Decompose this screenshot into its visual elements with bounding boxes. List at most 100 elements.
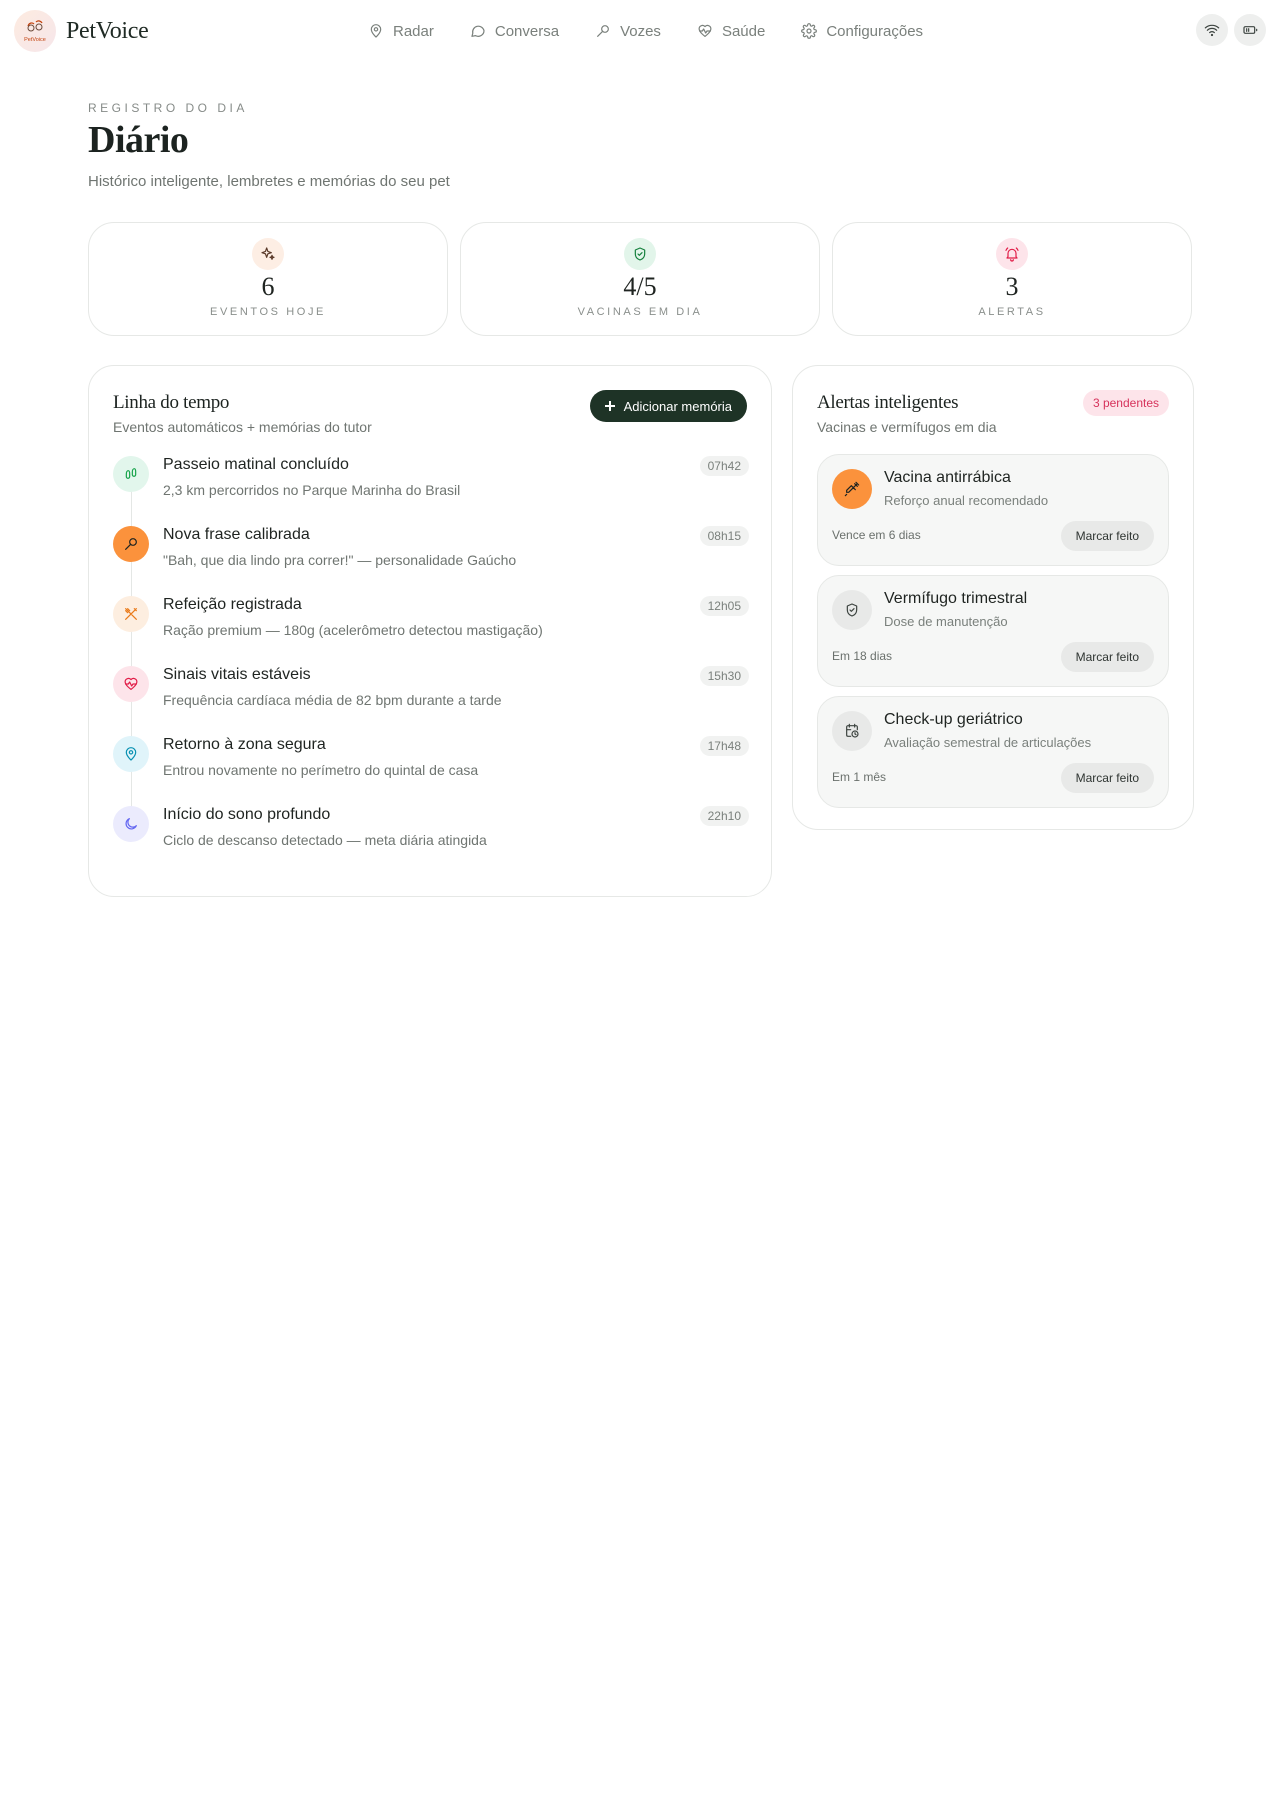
timeline-item-title: Início do sono profundo bbox=[163, 806, 331, 823]
timeline-card: Linha do tempo Eventos automáticos + mem… bbox=[88, 365, 772, 897]
wifi-icon bbox=[1204, 24, 1220, 37]
timeline-icon-bg bbox=[113, 666, 149, 702]
plus-icon bbox=[604, 401, 615, 411]
pending-badge: 3 pendentes bbox=[1082, 390, 1169, 416]
timeline-item-desc: Ciclo de descanso detectado — meta diári… bbox=[163, 832, 487, 848]
timeline-item-desc: Frequência cardíaca média de 82 bpm dura… bbox=[163, 692, 502, 708]
alert-desc: Avaliação semestral de articulações bbox=[884, 735, 1092, 750]
alerts-subtitle: Vacinas e vermífugos em dia bbox=[817, 419, 997, 435]
timeline-item-time: 07h42 bbox=[699, 456, 749, 476]
timeline-item-desc: Ração premium — 180g (acelerômetro detec… bbox=[163, 622, 543, 638]
timeline-item-title: Passeio matinal concluído bbox=[163, 456, 349, 473]
heart-pulse-icon bbox=[124, 677, 138, 690]
utensils-icon bbox=[125, 608, 137, 620]
alert-icon-bg bbox=[832, 711, 872, 751]
add-memory-button[interactable]: Adicionar memória bbox=[589, 390, 747, 422]
timeline-item-time: 12h05 bbox=[699, 596, 749, 616]
timeline-item-title: Refeição registrada bbox=[163, 596, 302, 613]
nav-label: Saúde bbox=[721, 22, 766, 40]
svg-text:PetVoice: PetVoice bbox=[24, 37, 46, 43]
mark-done-button[interactable]: Marcar feito bbox=[1060, 642, 1154, 672]
brand-name: PetVoice bbox=[66, 17, 149, 44]
nav-item-saude[interactable]: Saúde bbox=[697, 19, 765, 43]
stat-label: ALERTAS bbox=[978, 306, 1046, 318]
timeline-item[interactable]: Nova frase calibrada "Bah, que dia lindo… bbox=[113, 526, 749, 586]
wifi-button[interactable] bbox=[1196, 14, 1228, 46]
chat-bubble-icon bbox=[471, 25, 485, 37]
timeline-item-title: Retorno à zona segura bbox=[163, 736, 326, 753]
heart-pulse-icon bbox=[698, 24, 712, 37]
alert-desc: Reforço anual recomendado bbox=[884, 493, 1049, 508]
timeline-icon-bg bbox=[113, 596, 149, 632]
stat-card-eventos: 6 EVENTOS HOJE bbox=[88, 222, 448, 336]
stat-value: 3 bbox=[1005, 272, 1019, 301]
timeline-item-time: 08h15 bbox=[699, 526, 749, 546]
add-memory-label: Adicionar memória bbox=[623, 398, 732, 414]
mark-done-button[interactable]: Marcar feito bbox=[1060, 521, 1154, 551]
microphone-icon bbox=[597, 25, 609, 37]
nav-label: Vozes bbox=[620, 22, 661, 40]
main-nav: Radar Conversa Vozes Saúde Configurações bbox=[368, 19, 959, 43]
timeline-item[interactable]: Passeio matinal concluído 2,3 km percorr… bbox=[113, 456, 749, 516]
top-navigation-bar: PetVoice PetVoice Radar Conversa Vozes S… bbox=[0, 0, 1280, 62]
battery-button[interactable] bbox=[1234, 14, 1266, 46]
alert-item: Vacina antirrábica Reforço anual recomen… bbox=[817, 454, 1169, 566]
timeline-item[interactable]: Retorno à zona segura Entrou novamente n… bbox=[113, 736, 749, 796]
timeline-icon-bg bbox=[113, 736, 149, 772]
footprints-icon bbox=[125, 468, 137, 479]
stat-icon-bg bbox=[252, 238, 284, 270]
timeline-title: Linha do tempo bbox=[113, 392, 230, 413]
nav-item-vozes[interactable]: Vozes bbox=[595, 19, 661, 43]
timeline-item-title: Nova frase calibrada bbox=[163, 526, 310, 543]
alert-desc: Dose de manutenção bbox=[884, 614, 1008, 629]
stat-value: 6 bbox=[261, 272, 275, 301]
timeline-subtitle: Eventos automáticos + memórias do tutor bbox=[113, 419, 372, 435]
timeline-item-desc: 2,3 km percorridos no Parque Marinha do … bbox=[163, 482, 461, 498]
timeline-item-time: 15h30 bbox=[699, 666, 749, 686]
nav-item-configuracoes[interactable]: Configurações bbox=[801, 19, 923, 43]
brand-logo[interactable]: PetVoice PetVoice bbox=[14, 10, 149, 52]
timeline-item[interactable]: Sinais vitais estáveis Frequência cardía… bbox=[113, 666, 749, 726]
alerts-title: Alertas inteligentes bbox=[817, 392, 959, 413]
syringe-icon bbox=[844, 481, 860, 497]
stat-card-alertas: 3 ALERTAS bbox=[832, 222, 1192, 336]
page-eyebrow: REGISTRO DO DIA bbox=[88, 101, 248, 115]
status-actions bbox=[1190, 14, 1266, 46]
alert-title: Vermífugo trimestral bbox=[884, 590, 1028, 607]
alert-icon-bg bbox=[832, 590, 872, 630]
stat-label: VACINAS EM DIA bbox=[577, 306, 703, 318]
alert-item: Check-up geriátrico Avaliação semestral … bbox=[817, 696, 1169, 808]
alert-due: Vence em 6 dias bbox=[832, 528, 921, 542]
map-pin-icon bbox=[370, 24, 382, 38]
stat-icon-bg bbox=[996, 238, 1028, 270]
nav-label: Configurações bbox=[826, 22, 924, 40]
map-pin-icon bbox=[125, 747, 137, 761]
mark-done-button[interactable]: Marcar feito bbox=[1060, 763, 1154, 793]
timeline-item[interactable]: Início do sono profundo Ciclo de descans… bbox=[113, 806, 749, 866]
moon-icon bbox=[125, 818, 137, 830]
timeline-icon-bg bbox=[113, 806, 149, 842]
nav-item-conversa[interactable]: Conversa bbox=[470, 19, 559, 43]
sparkles-icon bbox=[261, 247, 275, 260]
alert-due: Em 1 mês bbox=[832, 770, 887, 784]
alert-icon-bg bbox=[832, 469, 872, 509]
nav-item-radar[interactable]: Radar bbox=[368, 19, 434, 43]
alert-item: Vermífugo trimestral Dose de manutenção … bbox=[817, 575, 1169, 687]
bell-ring-icon bbox=[1005, 247, 1019, 262]
page-subtitle: Histórico inteligente, lembretes e memór… bbox=[88, 173, 450, 190]
stat-card-vacinas: 4/5 VACINAS EM DIA bbox=[460, 222, 820, 336]
shield-check-icon bbox=[634, 247, 646, 261]
microphone-icon bbox=[125, 538, 137, 550]
nav-label: Conversa bbox=[494, 22, 560, 40]
alert-title: Check-up geriátrico bbox=[884, 711, 1023, 728]
logo-icon: PetVoice bbox=[14, 10, 56, 52]
stat-icon-bg bbox=[624, 238, 656, 270]
alert-title: Vacina antirrábica bbox=[884, 469, 1011, 486]
timeline-icon-bg bbox=[113, 456, 149, 492]
timeline-item-time: 22h10 bbox=[699, 806, 749, 826]
timeline-item[interactable]: Refeição registrada Ração premium — 180g… bbox=[113, 596, 749, 656]
timeline-item-desc: Entrou novamente no perímetro do quintal… bbox=[163, 762, 479, 778]
timeline-item-time: 17h48 bbox=[699, 736, 749, 756]
calendar-clock-icon bbox=[846, 723, 859, 738]
gear-icon bbox=[801, 23, 818, 39]
